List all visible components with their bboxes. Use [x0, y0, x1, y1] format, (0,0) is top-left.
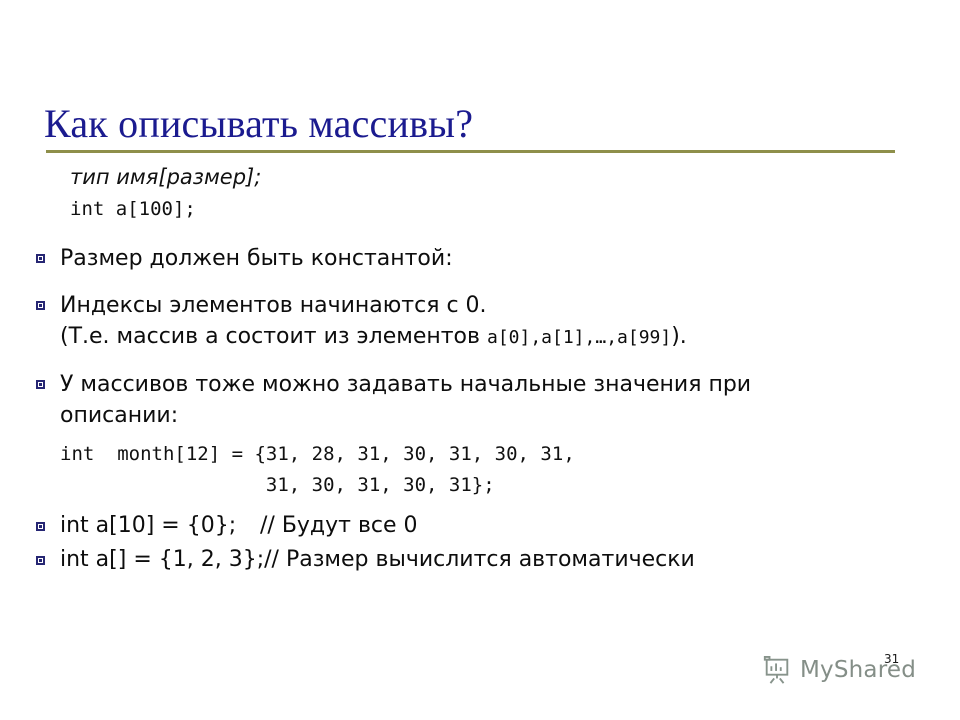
example-comment: // Будут все 0 — [260, 513, 418, 538]
bullet-text-continuation: (Т.е. массив a состоит из элементов — [60, 324, 487, 349]
slide-number: 31 — [884, 652, 900, 666]
example-code: int a[] = {1, 2, 3}; — [60, 547, 265, 572]
bullet-list: Размер должен быть константой: Индексы э… — [0, 243, 960, 431]
bullet-text-continuation: описании: — [60, 403, 179, 428]
example-code: int a[10] = {0}; — [60, 513, 237, 538]
intro-code-sample: тип имя[размер]; int a[100]; — [70, 162, 960, 225]
bullet-text: Индексы элементов начинаются с 0. — [60, 293, 487, 318]
bullet-square-icon — [36, 556, 45, 565]
bullet-square-icon — [36, 522, 45, 531]
month-array-code-block: int month[12] = {31, 28, 31, 30, 31, 30,… — [60, 439, 960, 501]
example-comment: // Размер вычислится автоматически — [264, 547, 695, 572]
bullet-square-icon — [36, 301, 45, 310]
list-item: У массивов тоже можно задавать начальные… — [0, 369, 960, 431]
list-item: Размер должен быть константой: — [0, 243, 960, 274]
array-signature-text: тип имя[размер]; — [70, 165, 262, 189]
title-divider — [46, 150, 895, 153]
list-item: Индексы элементов начинаются с 0. (Т.е. … — [0, 290, 960, 353]
code-line-2: 31, 30, 31, 30, 31}; — [60, 474, 495, 496]
code-line-1: int month[12] = {31, 28, 31, 30, 31, 30,… — [60, 443, 575, 465]
bullet-text: Размер должен быть константой: — [60, 246, 453, 271]
list-item: int a[10] = {0}; // Будут все 0 — [0, 511, 960, 541]
list-item: int a[] = {1, 2, 3};// Размер вычислится… — [0, 545, 960, 575]
slide: Как описывать массивы? тип имя[размер]; … — [0, 0, 960, 720]
bullet-text-tail: ). — [671, 324, 687, 349]
page-title: Как описывать массивы? — [44, 100, 474, 146]
bullet-square-icon — [36, 380, 45, 389]
array-elements-code: a[0],a[1],…,a[99] — [486, 327, 672, 348]
bullet-text: У массивов тоже можно задавать начальные… — [60, 372, 752, 397]
bullet-square-icon — [36, 254, 45, 263]
presentation-board-icon — [762, 655, 792, 685]
slide-body: тип имя[размер]; int a[100]; Размер долж… — [0, 162, 960, 579]
bullet-list-examples: int a[10] = {0}; // Будут все 0 int a[] =… — [0, 511, 960, 575]
array-declaration-code: int a[100]; — [70, 198, 196, 220]
